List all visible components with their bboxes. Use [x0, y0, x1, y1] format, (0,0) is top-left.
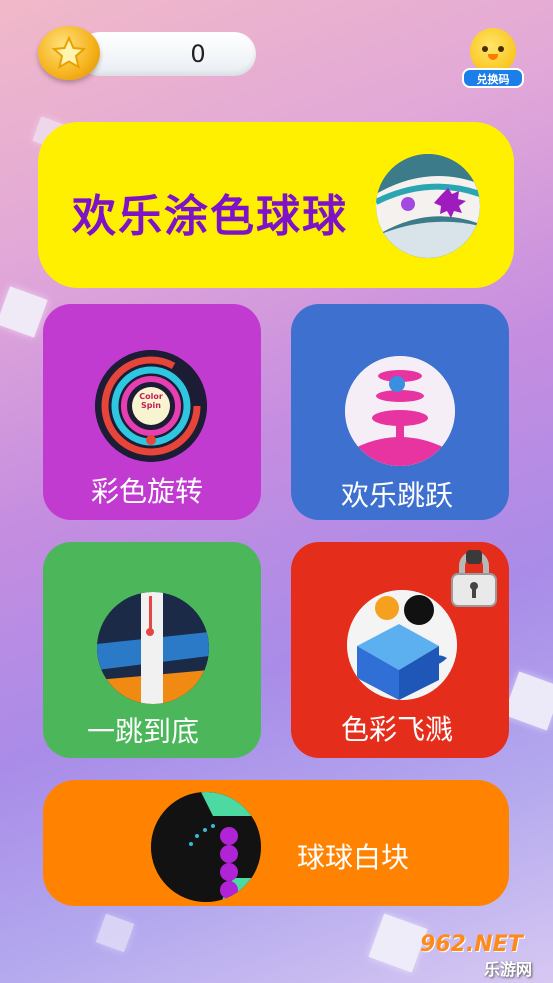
redeem-code-button[interactable]: 兑换码 — [462, 28, 524, 88]
paint-ball-thumbnail — [376, 154, 480, 258]
redeem-code-label: 兑换码 — [462, 68, 524, 88]
star-coin-icon — [38, 26, 100, 80]
ball-white-tiles-thumbnail — [151, 792, 261, 902]
coin-count: 0 — [190, 40, 206, 68]
game-card-color-spin[interactable]: Color Spin 彩色旋转 — [43, 304, 261, 520]
bg-cube — [0, 286, 48, 338]
game-title-happy-jump: 欢乐跳跃 — [341, 479, 454, 512]
color-splash-thumbnail — [347, 590, 457, 700]
game-title-color-splash: 色彩飞溅 — [341, 713, 454, 746]
watermark-bottom-text: 乐游网 — [484, 960, 533, 979]
game-title-ball-white-tiles: 球球白块 — [297, 841, 410, 874]
site-watermark: 962.NET 乐游网 — [412, 932, 548, 979]
game-card-happy-jump[interactable]: 欢乐跳跃 — [291, 304, 509, 520]
color-spin-logo-text: Color Spin — [139, 392, 163, 410]
color-spin-thumbnail: Color Spin — [95, 350, 207, 462]
bg-cube — [95, 913, 135, 953]
game-card-jump-down[interactable]: 一跳到底 — [43, 542, 261, 758]
jump-down-thumbnail — [97, 592, 209, 704]
lock-icon — [444, 548, 504, 610]
game-card-featured[interactable]: 欢乐涂色球球 — [38, 122, 514, 288]
game-title-jump-down: 一跳到底 — [87, 715, 200, 748]
coin-balance: 0 — [38, 26, 258, 80]
game-title-featured: 欢乐涂色球球 — [72, 191, 348, 242]
game-card-ball-white-tiles[interactable]: 球球白块 — [43, 780, 509, 906]
bg-cube — [503, 671, 553, 731]
watermark-top-text: 962.NET — [420, 932, 523, 957]
game-title-color-spin: 彩色旋转 — [91, 475, 204, 508]
coin-count-pill: 0 — [78, 32, 256, 76]
happy-jump-thumbnail — [345, 356, 455, 466]
